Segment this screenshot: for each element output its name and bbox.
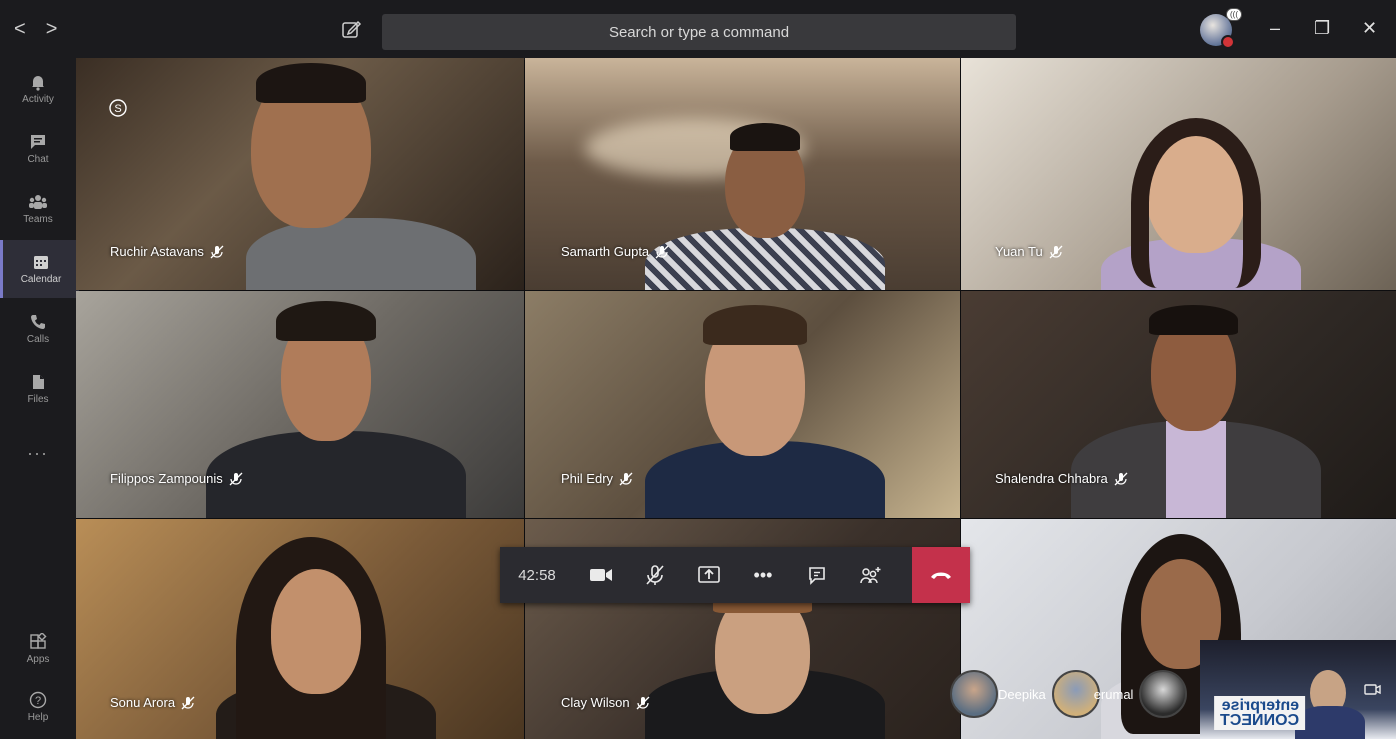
hang-up-button[interactable]: [912, 547, 970, 603]
rail-label: Apps: [26, 654, 50, 665]
avatar[interactable]: [1139, 670, 1188, 718]
participant-name: Filippos Zampounis: [110, 471, 243, 486]
overflow-participants: Deepika erumal: [950, 670, 1188, 718]
rail-label: Calendar: [20, 274, 62, 285]
rail-item-teams[interactable]: Teams: [0, 180, 76, 238]
video-camera-icon: [590, 569, 612, 581]
participant-name: Shalendra Chhabra: [995, 471, 1128, 486]
participant-name: Clay Wilson: [561, 695, 650, 710]
chat-icon: [809, 567, 825, 585]
self-view[interactable]: enterprise CONNECT: [1200, 640, 1396, 739]
participant-name: Sonu Arora: [110, 695, 195, 710]
self-view-body: [1295, 706, 1365, 739]
profile-badge: (((: [1226, 8, 1242, 21]
search-input[interactable]: Search or type a command: [382, 14, 1016, 50]
more-actions-button[interactable]: •••: [736, 547, 790, 603]
teams-icon: [29, 195, 47, 209]
participant-name: Yuan Tu: [995, 244, 1063, 259]
participant-name: Ruchir Astavans: [110, 244, 224, 259]
mute-button[interactable]: [628, 547, 682, 603]
profile-avatar[interactable]: (((: [1200, 8, 1242, 49]
rail-item-files[interactable]: Files: [0, 360, 76, 418]
close-button[interactable]: ✕: [1362, 18, 1377, 39]
video-tile[interactable]: Sonu Arora: [76, 519, 524, 739]
video-tile[interactable]: Phil Edry: [525, 291, 960, 518]
file-icon: [33, 375, 44, 389]
rail-label: Teams: [23, 214, 53, 225]
mic-off-icon: [619, 472, 633, 485]
mic-off-icon: [210, 245, 224, 258]
video-tile[interactable]: Shalendra Chhabra: [961, 291, 1396, 518]
mic-off-icon: [646, 565, 664, 585]
help-icon: ?: [29, 691, 47, 709]
more-icon: ...: [27, 438, 49, 459]
rail-item-calendar[interactable]: Calendar: [0, 240, 79, 298]
rail-label: Chat: [27, 154, 49, 165]
share-button[interactable]: [682, 547, 736, 603]
overflow-name: Deepika: [998, 686, 1046, 702]
call-controls: 42:58 •••: [500, 547, 970, 603]
switch-camera-icon[interactable]: [1364, 682, 1382, 700]
avatar[interactable]: [1051, 670, 1100, 718]
participant-name: Phil Edry: [561, 471, 633, 486]
add-people-icon: [860, 567, 881, 584]
svg-text:?: ?: [35, 695, 41, 707]
mic-off-icon: [229, 472, 243, 485]
phone-icon: [31, 315, 45, 329]
mic-off-icon: [1049, 245, 1063, 258]
hang-up-icon: [931, 572, 951, 579]
minimize-button[interactable]: –: [1270, 18, 1280, 39]
mic-off-icon: [1114, 472, 1128, 485]
compose-icon[interactable]: [340, 18, 362, 40]
search-placeholder: Search or type a command: [608, 23, 790, 41]
rail-label: Calls: [26, 334, 50, 345]
skype-icon: S: [109, 99, 127, 117]
rail-item-help[interactable]: ? Help: [0, 678, 76, 736]
participant-name: Samarth Gupta: [561, 244, 669, 259]
mic-off-icon: [655, 245, 669, 258]
app-rail: Activity Chat Teams Calendar Calls Files…: [0, 60, 79, 739]
participants-button[interactable]: [844, 547, 898, 603]
rail-label: Files: [27, 394, 49, 405]
bell-icon: [32, 76, 44, 91]
video-tile[interactable]: Yuan Tu: [961, 58, 1396, 290]
status-dot: [1221, 35, 1235, 49]
back-icon[interactable]: <: [14, 18, 26, 41]
chat-icon: [31, 135, 45, 149]
overflow-name: erumal: [1093, 686, 1134, 702]
rail-more-button[interactable]: ...: [0, 420, 76, 478]
calendar-icon: [34, 256, 48, 269]
camera-button[interactable]: [574, 547, 628, 603]
video-tile[interactable]: Samarth Gupta: [525, 58, 960, 290]
more-icon: •••: [753, 564, 773, 585]
event-logo: enterprise CONNECT: [1214, 696, 1306, 730]
mic-off-icon: [636, 696, 650, 709]
rail-item-calls[interactable]: Calls: [0, 300, 76, 358]
video-tile[interactable]: S Ruchir Astavans: [76, 58, 524, 290]
title-bar: < > Search or type a command ((( – ❐ ✕: [0, 0, 1396, 60]
rail-item-apps[interactable]: Apps: [0, 620, 76, 678]
rail-label: Activity: [22, 94, 54, 105]
svg-text:S: S: [114, 103, 121, 115]
rail-label: Help: [27, 712, 49, 723]
share-screen-icon: [698, 566, 720, 583]
rail-item-activity[interactable]: Activity: [0, 60, 76, 118]
call-timer: 42:58: [518, 566, 556, 584]
video-grid: S Ruchir Astavans Samarth Gupta Yuan Tu …: [76, 58, 1396, 739]
restore-button[interactable]: ❐: [1314, 18, 1330, 39]
forward-icon[interactable]: >: [46, 18, 58, 41]
apps-icon: [30, 633, 47, 649]
nav-arrows: < >: [14, 18, 57, 41]
video-tile[interactable]: Filippos Zampounis: [76, 291, 524, 518]
chat-button[interactable]: [790, 547, 844, 603]
mic-off-icon: [181, 696, 195, 709]
avatar[interactable]: [950, 670, 998, 718]
rail-item-chat[interactable]: Chat: [0, 120, 76, 178]
